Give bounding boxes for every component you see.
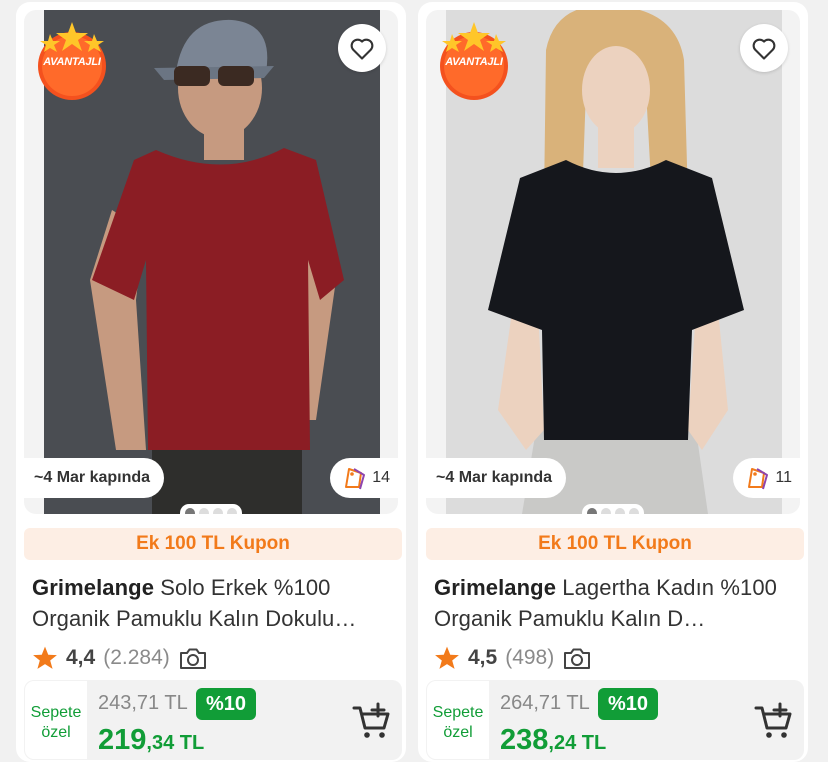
review-count: (498) — [505, 646, 555, 669]
price-integer: 219 — [98, 724, 147, 756]
basket-special-line: Sepete — [432, 704, 484, 721]
collection-count[interactable]: 14 — [330, 458, 398, 498]
rating-score: 4,5 — [468, 646, 498, 669]
basket-special-line: Sepete — [30, 704, 82, 721]
add-to-cart-button[interactable] — [352, 702, 392, 740]
product-title[interactable]: Grimelange Lagertha Kadın %100 Organik P… — [434, 572, 796, 634]
rating-row[interactable]: 4,4 (2.284) — [32, 642, 208, 674]
old-price: 243,71 TL — [98, 692, 188, 714]
price-decimal: ,24 TL — [548, 732, 607, 754]
product-title[interactable]: Grimelange Solo Erkek %100 Organik Pamuk… — [32, 572, 394, 634]
review-count: (2.284) — [103, 646, 170, 669]
product-card[interactable]: AVANTAJLI ~4 Mar kapında 14 Ek 100 TL Ku… — [16, 2, 406, 762]
cart-plus-icon — [352, 702, 390, 738]
discount-badge: %10 — [196, 688, 257, 720]
coupon-banner[interactable]: Ek 100 TL Kupon — [24, 528, 402, 560]
price-integer: 238 — [500, 724, 549, 756]
advantage-badge: AVANTAJLI — [438, 20, 510, 100]
coupon-banner[interactable]: Ek 100 TL Kupon — [426, 528, 804, 560]
product-grid: AVANTAJLI ~4 Mar kapında 14 Ek 100 TL Ku… — [0, 0, 828, 762]
carousel-dot[interactable] — [185, 508, 195, 514]
add-to-cart-button[interactable] — [754, 702, 794, 740]
product-image[interactable]: AVANTAJLI ~4 Mar kapında 11 — [426, 10, 800, 514]
favorite-button[interactable] — [740, 24, 788, 72]
brand-name: Grimelange — [32, 575, 155, 600]
cart-plus-icon — [754, 702, 792, 738]
delivery-estimate: ~4 Mar kapında — [24, 458, 165, 498]
basket-special-line: özel — [443, 724, 473, 741]
delivery-estimate: ~4 Mar kapında — [426, 458, 567, 498]
price-box[interactable]: Sepete özel 264,71 TL %10 238,24 TL — [426, 680, 804, 760]
product-image[interactable]: AVANTAJLI ~4 Mar kapında 14 — [24, 10, 398, 514]
rating-score: 4,4 — [66, 646, 96, 669]
collection-tag-icon — [748, 468, 769, 490]
collection-count-label: 11 — [775, 469, 792, 486]
carousel-dot[interactable] — [213, 508, 223, 514]
heart-icon — [350, 38, 374, 60]
camera-icon — [562, 645, 592, 671]
carousel-dot[interactable] — [601, 508, 611, 514]
price-box[interactable]: Sepete özel 243,71 TL %10 219,34 TL — [24, 680, 402, 760]
image-carousel-dots[interactable] — [582, 504, 644, 514]
heart-icon — [752, 38, 776, 60]
basket-special-label: Sepete özel — [426, 680, 490, 760]
product-card[interactable]: AVANTAJLI ~4 Mar kapında 11 Ek 100 TL Ku… — [418, 2, 808, 762]
basket-price: 219,34 TL — [98, 724, 204, 757]
star-icon — [434, 645, 460, 671]
badge-label: AVANTAJLI — [43, 56, 101, 68]
favorite-button[interactable] — [338, 24, 386, 72]
carousel-dot[interactable] — [615, 508, 625, 514]
carousel-dot[interactable] — [227, 508, 237, 514]
collection-tag-icon — [345, 468, 366, 490]
basket-special-label: Sepete özel — [24, 680, 88, 760]
carousel-dot[interactable] — [587, 508, 597, 514]
basket-price: 238,24 TL — [500, 724, 606, 757]
basket-special-line: özel — [41, 724, 71, 741]
old-price: 264,71 TL — [500, 692, 590, 714]
advantage-badge: AVANTAJLI — [36, 20, 108, 100]
carousel-dot[interactable] — [629, 508, 639, 514]
carousel-dot[interactable] — [199, 508, 209, 514]
price-decimal: ,34 TL — [146, 732, 205, 754]
rating-row[interactable]: 4,5 (498) — [434, 642, 592, 674]
discount-badge: %10 — [598, 688, 659, 720]
badge-label: AVANTAJLI — [445, 56, 503, 68]
star-icon — [32, 645, 58, 671]
collection-count-label: 14 — [372, 469, 390, 486]
image-carousel-dots[interactable] — [180, 504, 242, 514]
collection-count[interactable]: 11 — [733, 458, 800, 498]
camera-icon — [178, 645, 208, 671]
brand-name: Grimelange — [434, 575, 557, 600]
